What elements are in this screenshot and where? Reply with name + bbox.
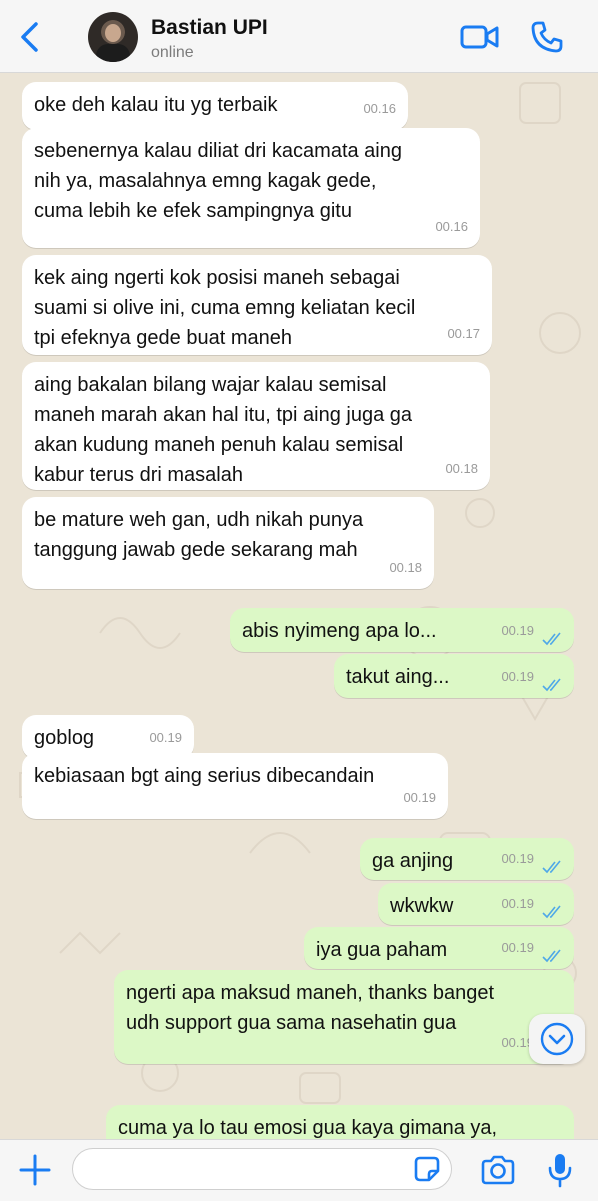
read-ticks-icon: [542, 905, 561, 919]
message-time: 00.16: [363, 101, 396, 116]
microphone-icon[interactable]: [546, 1152, 574, 1188]
message-time: 00.19: [501, 940, 534, 955]
message-time: 00.16: [435, 219, 468, 234]
message-time: 00.18: [445, 461, 478, 476]
message-bubble-outgoing[interactable]: iya gua paham 00.19: [304, 927, 574, 969]
message-text: cuma ya lo tau emosi gua kaya gimana ya,…: [118, 1117, 498, 1139]
video-call-icon[interactable]: [460, 23, 500, 51]
message-bubble-incoming[interactable]: be mature weh gan, udh nikah punya tangg…: [22, 497, 434, 589]
message-text: be mature weh gan, udh nikah punya tangg…: [34, 509, 364, 561]
chevron-left-icon[interactable]: [14, 20, 46, 54]
message-time: 00.19: [501, 623, 534, 638]
message-bubble-incoming[interactable]: oke deh kalau itu yg terbaik 00.16: [22, 82, 408, 130]
avatar[interactable]: [88, 12, 138, 62]
message-text: ngerti apa maksud maneh, thanks banget u…: [126, 982, 495, 1034]
message-list[interactable]: oke deh kalau itu yg terbaik 00.16 seben…: [0, 73, 598, 1139]
message-time: 00.19: [149, 730, 182, 745]
chevron-down-circle-icon: [540, 1022, 574, 1056]
sticker-icon[interactable]: [412, 1154, 442, 1184]
message-bubble-outgoing[interactable]: ga anjing 00.19: [360, 838, 574, 880]
message-text: aing bakalan bilang wajar kalau semisal …: [34, 374, 413, 486]
message-time: 00.19: [501, 851, 534, 866]
message-bubble-outgoing[interactable]: wkwkw 00.19: [378, 883, 574, 925]
message-bubble-outgoing[interactable]: abis nyimeng apa lo... 00.19: [230, 608, 574, 652]
message-time: 00.19: [501, 896, 534, 911]
message-text: kebiasaan bgt aing serius dibecandain: [34, 765, 375, 787]
phone-call-icon[interactable]: [530, 20, 564, 54]
message-text: sebenernya kalau diliat dri kacamata ain…: [34, 140, 402, 222]
read-ticks-icon: [542, 949, 561, 963]
message-bubble-incoming[interactable]: sebenernya kalau diliat dri kacamata ain…: [22, 128, 480, 248]
camera-icon[interactable]: [480, 1154, 516, 1186]
message-time: 00.19: [403, 790, 436, 805]
message-bubble-outgoing[interactable]: takut aing... 00.19: [334, 654, 574, 698]
message-text: oke deh kalau itu yg terbaik: [34, 94, 278, 116]
contact-name[interactable]: Bastian UPI: [151, 16, 268, 40]
message-bubble-outgoing[interactable]: cuma ya lo tau emosi gua kaya gimana ya,…: [106, 1105, 574, 1139]
message-input-bar: [0, 1139, 598, 1201]
message-time: 00.18: [389, 560, 422, 575]
contact-status: online: [151, 44, 194, 61]
read-ticks-icon: [542, 632, 561, 646]
message-bubble-incoming[interactable]: kek aing ngerti kok posisi maneh sebagai…: [22, 255, 492, 355]
message-bubble-incoming[interactable]: aing bakalan bilang wajar kalau semisal …: [22, 362, 490, 490]
message-time: 00.17: [447, 326, 480, 341]
message-bubble-incoming[interactable]: kebiasaan bgt aing serius dibecandain 00…: [22, 753, 448, 819]
plus-icon[interactable]: [18, 1153, 52, 1187]
message-time: 00.19: [501, 669, 534, 684]
scroll-to-bottom-button[interactable]: [529, 1014, 585, 1064]
message-text: wkwkw: [390, 895, 454, 917]
message-text: kek aing ngerti kok posisi maneh sebagai…: [34, 267, 416, 349]
chat-header: Bastian UPI online: [0, 0, 598, 73]
read-ticks-icon: [542, 678, 561, 692]
message-bubble-outgoing[interactable]: ngerti apa maksud maneh, thanks banget u…: [114, 970, 574, 1064]
read-ticks-icon: [542, 860, 561, 874]
message-input[interactable]: [72, 1148, 452, 1190]
